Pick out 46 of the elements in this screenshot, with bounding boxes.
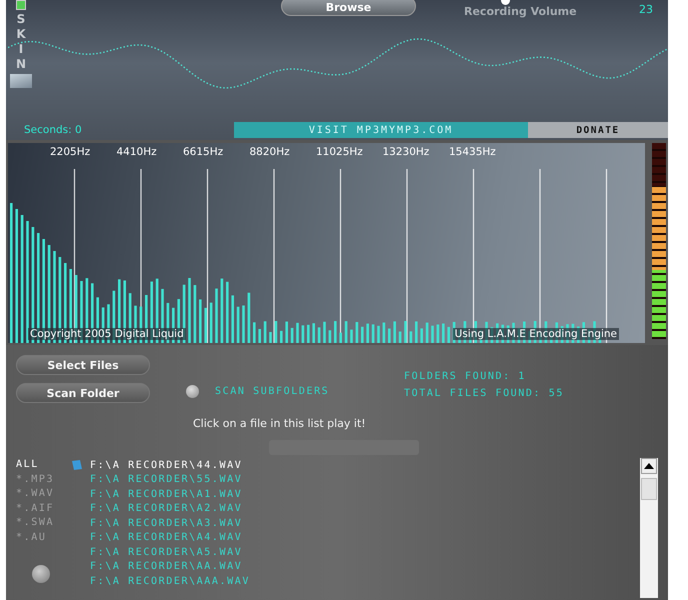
copyright-text: Copyright 2005 Digital Liquid <box>28 328 186 340</box>
total-files-text: TOTAL FILES FOUND: 55 <box>404 388 564 399</box>
encoder-note: Using L.A.M.E Encoding Engine <box>452 328 619 340</box>
file-list-item[interactable]: F:\A RECORDER\44.WAV <box>90 460 242 471</box>
frequency-label: 15435Hz <box>449 146 496 158</box>
scan-subfolders-radio[interactable] <box>186 385 199 398</box>
file-list-item[interactable]: F:\A RECORDER\A1.WAV <box>90 488 242 500</box>
file-list-item[interactable]: F:\A RECORDER\A2.WAV <box>90 503 242 514</box>
file-type-filter[interactable]: *.AIF <box>16 502 72 516</box>
frequency-label: 2205Hz <box>50 146 90 158</box>
file-list-item[interactable]: F:\A RECORDER\A4.WAV <box>90 532 242 544</box>
round-button[interactable] <box>32 565 50 583</box>
scroll-up-button[interactable] <box>641 458 657 474</box>
file-list-item[interactable]: F:\A RECORDER\AAA.WAV <box>90 576 250 587</box>
up-arrow-icon <box>644 463 654 469</box>
skin-checkbox[interactable] <box>16 0 26 10</box>
file-list-item[interactable]: F:\A RECORDER\AA.WAV <box>90 561 242 572</box>
frequency-label: 8820Hz <box>250 146 290 158</box>
scan-folder-button[interactable]: Scan Folder <box>16 383 150 403</box>
file-type-filter[interactable]: ALL <box>16 458 72 472</box>
file-list-item[interactable]: F:\A RECORDER\55.WAV <box>90 474 242 486</box>
hint-text: Click on a file in this list play it! <box>193 417 367 430</box>
frequency-label: 11025Hz <box>316 146 363 158</box>
scrollbar-thumb[interactable] <box>641 478 657 500</box>
skin-thumbnail[interactable] <box>10 74 32 88</box>
donate-button[interactable]: DONATE <box>528 122 668 138</box>
file-type-filter[interactable]: *.AU <box>16 530 72 545</box>
frequency-label: 6615Hz <box>183 146 224 158</box>
frequency-label: 13230Hz <box>382 146 430 158</box>
volume-reading: 23 <box>639 3 653 16</box>
file-type-filter[interactable]: *.SWA <box>16 516 72 530</box>
browse-button[interactable]: Browse <box>281 0 416 16</box>
seconds-counter: Seconds: 0 <box>23 124 83 136</box>
scrollbar[interactable] <box>640 458 658 598</box>
frequency-label: 4410Hz <box>116 146 157 158</box>
play-marker-icon <box>72 460 82 470</box>
folders-found-text: FOLDERS FOUND: 1 <box>404 371 527 382</box>
skin-label: SKIN <box>15 12 27 72</box>
visit-link[interactable]: VISIT MP3MYMP3.COM <box>234 122 528 138</box>
file-list-item[interactable]: F:\A RECORDER\A5.WAV <box>90 546 242 558</box>
scan-subfolders-label[interactable]: SCAN SUBFOLDERS <box>215 386 330 397</box>
file-type-filter[interactable]: *.MP3 <box>16 472 72 487</box>
file-list-item[interactable]: F:\A RECORDER\A3.WAV <box>90 518 242 529</box>
recording-volume-label: Recording Volume <box>464 5 577 18</box>
file-type-filter[interactable]: *.WAV <box>16 487 72 502</box>
select-files-button[interactable]: Select Files <box>16 355 150 375</box>
